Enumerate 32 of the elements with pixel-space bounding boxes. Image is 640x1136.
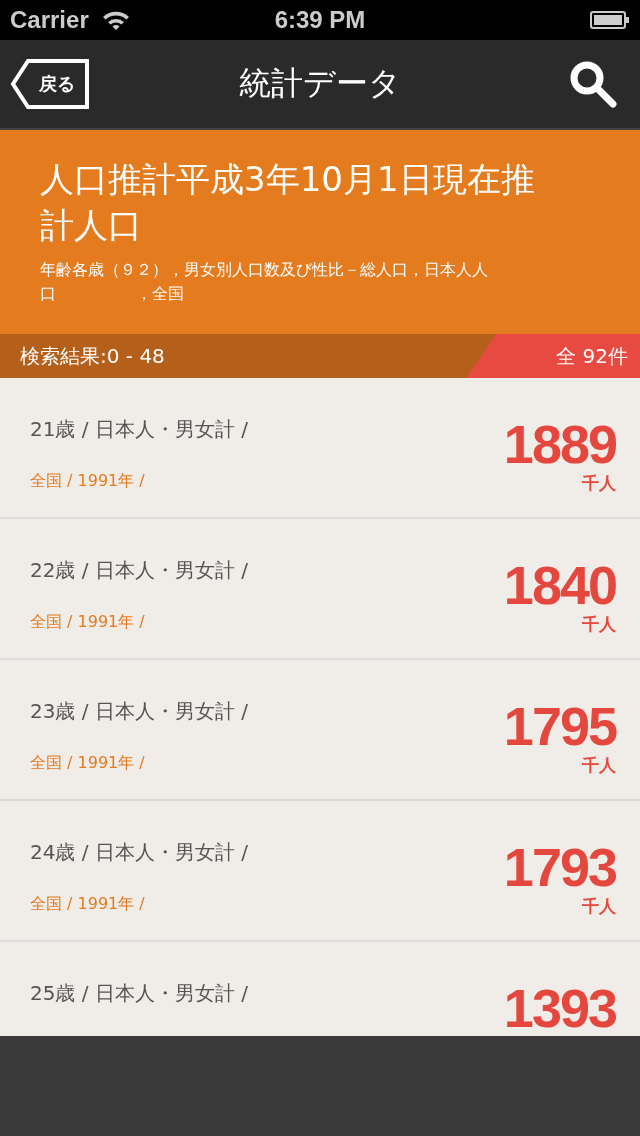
battery-icon bbox=[590, 10, 630, 30]
row-value: 1393 bbox=[503, 980, 616, 1036]
row-value: 1840 bbox=[503, 557, 616, 613]
row-unit: 千人 bbox=[582, 895, 616, 918]
data-row[interactable]: 24歳 / 日本人・男女計 / 全国 / 1991年 / 1793 千人 bbox=[0, 801, 640, 942]
row-location: 全国 / 1991年 / bbox=[30, 894, 146, 915]
row-label: 24歳 / 日本人・男女計 / bbox=[30, 839, 248, 866]
row-location: 全国 / 1991年 / bbox=[30, 612, 146, 633]
data-row[interactable]: 21歳 / 日本人・男女計 / 全国 / 1991年 / 1889 千人 bbox=[0, 378, 640, 519]
row-location: 全国 / 1991年 / bbox=[30, 471, 146, 492]
row-value: 1793 bbox=[503, 839, 616, 895]
row-value: 1889 bbox=[503, 416, 616, 472]
row-unit: 千人 bbox=[582, 613, 616, 636]
back-button[interactable]: 戻る bbox=[10, 59, 90, 109]
row-value: 1795 bbox=[503, 698, 616, 754]
dataset-title: 人口推計平成3年10月1日現在推計人口 bbox=[40, 158, 536, 247]
result-range: 検索結果:0 - 48 bbox=[19, 342, 165, 370]
row-label: 25歳 / 日本人・男女計 / bbox=[30, 980, 248, 1007]
row-location: 全国 / 1991年 / bbox=[30, 753, 146, 774]
data-row[interactable]: 22歳 / 日本人・男女計 / 全国 / 1991年 / 1840 千人 bbox=[0, 519, 640, 660]
row-unit: 千人 bbox=[582, 472, 616, 495]
data-row[interactable]: 23歳 / 日本人・男女計 / 全国 / 1991年 / 1795 千人 bbox=[0, 660, 640, 801]
nav-title: 統計データ bbox=[239, 63, 401, 104]
dataset-description: 年齢各歳（９２），男女別人口数及び性比－総人口，日本人人口 ，全国 bbox=[40, 259, 489, 305]
row-unit: 千人 bbox=[582, 754, 616, 777]
row-label: 23歳 / 日本人・男女計 / bbox=[30, 698, 248, 725]
status-time: 6:39 PM bbox=[274, 6, 366, 34]
carrier-label: Carrier bbox=[10, 6, 89, 34]
row-label: 21歳 / 日本人・男女計 / bbox=[30, 416, 248, 443]
result-total: 全 92件 bbox=[466, 334, 640, 378]
row-label: 22歳 / 日本人・男女計 / bbox=[30, 557, 248, 584]
search-button[interactable] bbox=[568, 59, 618, 109]
